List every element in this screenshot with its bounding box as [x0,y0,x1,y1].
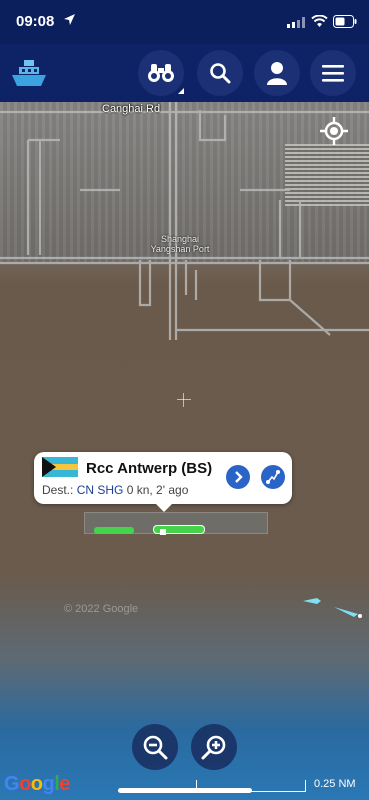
zoom-out-button[interactable] [132,724,178,770]
vessel-name: Rcc Antwerp (BS) [86,460,213,477]
dest-prefix: Dest.: [42,483,74,497]
google-logo-letter: g [42,773,55,795]
cellular-signal-icon [287,17,305,28]
vessel-marker[interactable] [94,527,134,534]
binoculars-icon [148,64,174,82]
zoom-in-icon [201,735,226,760]
location-arrow-icon [64,14,75,25]
vessel-status-line: Dest.: CN SHG 0 kn, 2' ago [42,483,188,497]
app-root: 09:08 Canghai Rd Shanghai Yangshan Port … [0,0,369,800]
locate-me-icon[interactable] [320,117,348,145]
road-network [0,102,369,340]
binoculars-button[interactable] [138,50,184,96]
user-icon [267,62,287,85]
speed-time: 0 kn, 2' ago [126,483,189,497]
bahamas-flag-icon [42,457,78,477]
ship-logo-icon[interactable] [10,58,48,88]
dropdown-corner-icon [178,88,184,94]
vessel-track-button[interactable] [261,465,285,489]
home-indicator[interactable] [118,788,252,793]
boat-marker-icon[interactable] [334,604,364,618]
zoom-out-icon [143,735,168,760]
wifi-icon [311,15,328,27]
port-label-line2: Yangshan Port [150,244,210,254]
google-logo-letter: o [30,773,43,795]
boat-marker-icon[interactable] [303,597,321,605]
google-logo-letter: o [19,773,31,795]
search-icon [210,63,231,84]
route-track-icon [266,470,280,484]
port-label: Shanghai Yangshan Port [145,234,215,254]
port-label-line1: Shanghai [160,234,200,244]
account-button[interactable] [254,50,300,96]
map-copyright: © 2022 Google [64,603,139,615]
chevron-right-icon [235,471,243,483]
map-scale-label: 0.25 NM [314,778,356,790]
google-logo: Google [4,773,70,796]
zoom-in-button[interactable] [191,724,237,770]
status-bar: 09:08 [0,0,369,44]
map-center-crosshair [177,393,191,407]
vessel-info-popup[interactable]: Rcc Antwerp (BS) Dest.: CN SHG 0 kn, 2' … [34,452,292,512]
battery-icon [333,15,357,28]
selected-vessel-dot [160,529,166,535]
search-button[interactable] [197,50,243,96]
menu-button[interactable] [310,50,356,96]
status-time: 09:08 [16,13,55,30]
menu-icon [322,65,344,82]
google-logo-letter: G [4,773,20,795]
google-logo-letter: e [59,773,70,795]
street-label: Canghai Rd [102,103,161,115]
vessel-details-button[interactable] [226,465,250,489]
dest-code-link[interactable]: CN SHG [77,483,124,497]
